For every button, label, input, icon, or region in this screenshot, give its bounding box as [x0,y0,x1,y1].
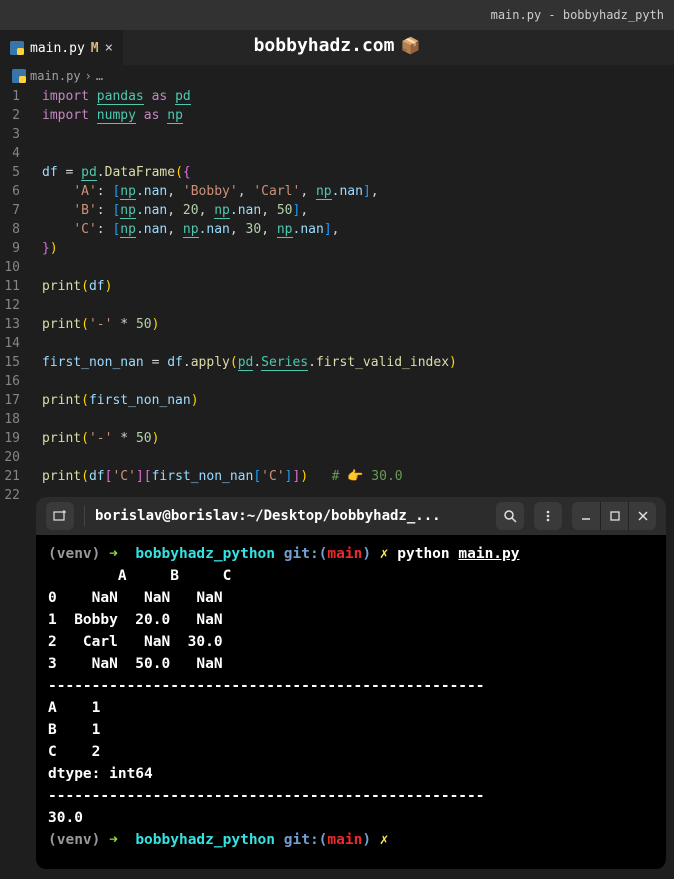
tab-close-icon[interactable]: × [105,40,113,56]
line-number: 9 [0,239,20,258]
title-bar: main.py - bobbyhadz_pyth [0,0,674,30]
watermark: bobbyhadz.com 📦 [254,35,421,56]
tab-main-py[interactable]: main.py M × [0,30,123,65]
line-number: 20 [0,448,20,467]
line-number: 17 [0,391,20,410]
code-editor[interactable]: 1 2 3 4 5 6 7 8 9 10 11 12 13 14 15 16 1… [0,87,674,497]
breadcrumb[interactable]: main.py › … [0,65,674,87]
line-number: 19 [0,429,20,448]
breadcrumb-filename: main.py [30,69,81,83]
terminal-body[interactable]: (venv) ➜ bobbyhadz_python git:(main) ✗ p… [36,535,666,859]
line-number: 8 [0,220,20,239]
line-number: 16 [0,372,20,391]
watermark-box-icon: 📦 [400,36,420,55]
window-controls [572,502,656,530]
line-number: 7 [0,201,20,220]
watermark-text: bobbyhadz.com [254,35,395,56]
terminal-menu-button[interactable] [534,502,562,530]
breadcrumb-more: … [96,69,103,83]
terminal-header: borislav@borislav:~/Desktop/bobbyhadz_..… [36,497,666,535]
line-number: 12 [0,296,20,315]
line-number: 10 [0,258,20,277]
maximize-button[interactable] [600,502,628,530]
line-number: 21 [0,467,20,486]
tab-modified-indicator: M [91,41,99,56]
line-number: 3 [0,125,20,144]
close-button[interactable] [628,502,656,530]
terminal-search-button[interactable] [496,502,524,530]
line-number: 11 [0,277,20,296]
line-number: 5 [0,163,20,182]
terminal-title: borislav@borislav:~/Desktop/bobbyhadz_..… [95,508,486,524]
minimize-icon [580,510,592,522]
terminal-window: borislav@borislav:~/Desktop/bobbyhadz_..… [36,497,666,869]
maximize-icon [609,510,621,522]
new-tab-icon [53,509,67,523]
close-icon [637,510,649,522]
line-number: 13 [0,315,20,334]
line-number: 6 [0,182,20,201]
minimize-button[interactable] [572,502,600,530]
line-number: 14 [0,334,20,353]
line-number: 18 [0,410,20,429]
line-number: 22 [0,486,20,505]
breadcrumb-separator: › [85,69,92,83]
tab-filename: main.py [30,41,85,56]
separator [84,506,85,526]
window-title: main.py - bobbyhadz_pyth [491,8,664,22]
line-number: 4 [0,144,20,163]
terminal-new-tab-button[interactable] [46,502,74,530]
line-number: 1 [0,87,20,106]
line-number: 15 [0,353,20,372]
code-content[interactable]: import pandas as pd import numpy as np d… [30,87,674,497]
python-file-icon [12,69,26,83]
python-file-icon [10,41,24,55]
menu-icon [541,509,555,523]
line-number: 2 [0,106,20,125]
search-icon [503,509,517,523]
line-number-gutter: 1 2 3 4 5 6 7 8 9 10 11 12 13 14 15 16 1… [0,87,30,497]
